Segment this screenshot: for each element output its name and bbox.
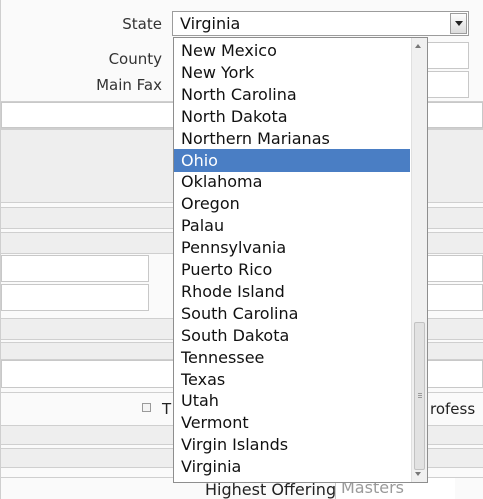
grip-line [418,393,422,394]
dropdown-option[interactable]: Virginia [174,455,410,478]
state-select[interactable]: Virginia [172,11,469,36]
dropdown-option[interactable]: Palau [174,214,410,237]
dropdown-option[interactable]: Puerto Rico [174,258,410,281]
right-text-field[interactable] [427,255,483,282]
checkbox[interactable] [142,403,151,412]
main-fax-field[interactable] [427,71,469,98]
chevron-down-icon [454,21,463,26]
dropdown-option[interactable]: New Mexico [174,39,410,62]
scroll-up-icon[interactable] [415,44,421,48]
county-field[interactable] [427,42,469,69]
right-text-field[interactable] [427,284,483,311]
dropdown-option[interactable]: Vermont [174,411,410,434]
scroll-down-icon[interactable] [415,472,421,476]
dropdown-option[interactable]: Ohio [174,148,410,172]
dropdown-option[interactable]: South Carolina [174,302,410,325]
checkbox-label: T [162,400,172,418]
dropdown-option[interactable]: North Carolina [174,83,410,106]
professional-label: rofess [430,400,476,418]
main-fax-label: Main Fax [96,76,162,94]
dropdown-option[interactable]: Rhode Island [174,280,410,303]
left-text-field[interactable] [1,255,149,282]
dropdown-option[interactable]: New York [174,61,410,84]
dropdown-option[interactable]: Pennsylvania [174,236,410,259]
dropdown-option[interactable]: Oklahoma [174,170,410,193]
state-dropdown-list[interactable]: New Mexico New York North Carolina North Da… [173,37,428,483]
form-frame: State County Main Fax T rofess Highest O… [0,0,483,499]
county-label: County [108,50,162,68]
grip-line [418,397,422,398]
left-text-field[interactable] [1,284,149,311]
dropdown-option[interactable]: South Dakota [174,324,410,347]
dropdown-button[interactable] [450,13,467,34]
scrollbar[interactable] [411,38,427,482]
state-select-value: Virginia [180,14,241,33]
dropdown-option[interactable]: Northern Marianas [174,127,410,150]
dropdown-option[interactable]: North Dakota [174,105,410,128]
grip-line [418,395,422,396]
dropdown-option[interactable]: Utah [174,389,410,412]
scrollbar-thumb[interactable] [414,322,425,470]
dropdown-option[interactable]: Tennessee [174,346,410,369]
dropdown-option[interactable]: Virgin Islands [174,433,410,456]
dropdown-option[interactable]: Oregon [174,192,410,215]
dropdown-option[interactable]: Texas [174,368,410,391]
state-label: State [122,15,162,33]
